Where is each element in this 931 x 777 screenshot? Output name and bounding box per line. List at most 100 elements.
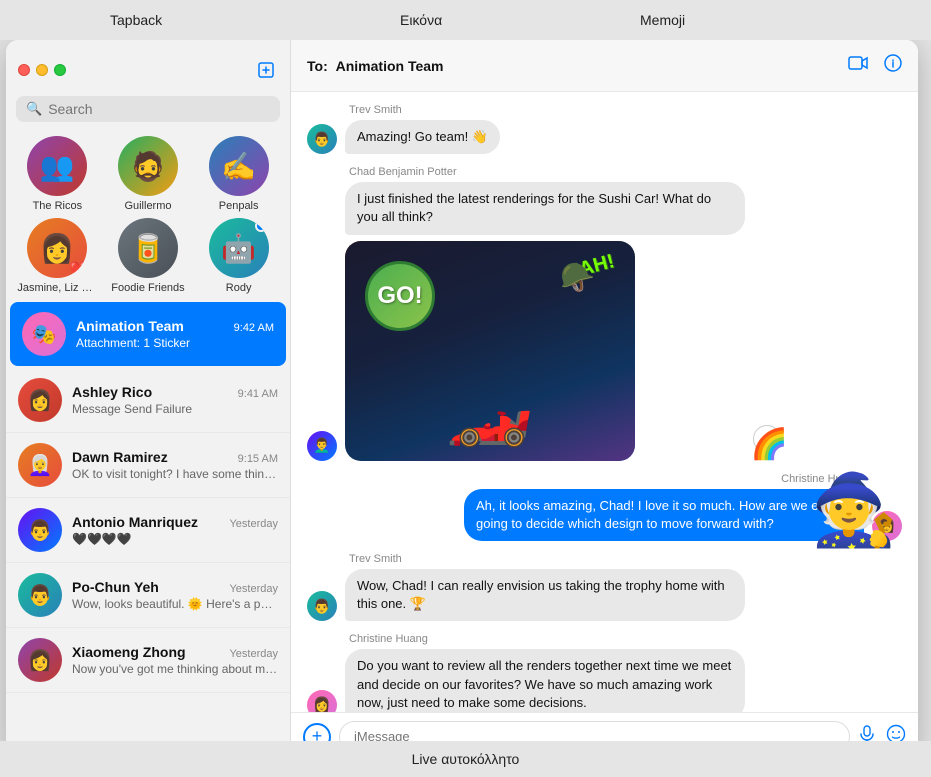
antonio-header: Antonio Manriquez Yesterday <box>72 514 278 530</box>
foodie-avatar: 🥫 <box>118 218 178 278</box>
search-input[interactable] <box>48 101 270 117</box>
to-value: Animation Team <box>336 58 444 74</box>
conv-animation-team[interactable]: 🎭 Animation Team 9:42 AM Attachment: 1 S… <box>10 302 286 366</box>
conversation-list: 🎭 Animation Team 9:42 AM Attachment: 1 S… <box>6 300 290 760</box>
msg-row-chad: 👨‍🦱 I just finished the latest rendering… <box>307 182 902 460</box>
info-icon[interactable] <box>884 54 902 77</box>
msg-sender-christine-1: Christine Huang <box>307 473 860 485</box>
ashley-avatar: 👩 <box>18 378 62 422</box>
chat-area: To: Animation Team <box>291 40 918 760</box>
search-bar[interactable]: 🔍 <box>16 96 280 122</box>
pinned-the-ricos[interactable]: 👥 The Ricos <box>17 136 97 212</box>
conv-dawn-ramirez[interactable]: 👩‍🦳 Dawn Ramirez 9:15 AM OK to visit ton… <box>6 433 290 498</box>
close-button[interactable] <box>18 64 30 76</box>
pochun-time: Yesterday <box>229 583 278 595</box>
memoji-label: Memoji <box>640 12 685 28</box>
antonio-time: Yesterday <box>229 518 278 530</box>
xiaomeng-time: Yesterday <box>229 648 278 660</box>
msg-row-trev-1: 👨 Amazing! Go team! 👋 <box>307 120 902 154</box>
trev-avatar-1: 👨 <box>307 124 337 154</box>
the-ricos-name: The Ricos <box>17 200 97 212</box>
messages-area: Trev Smith 👨 Amazing! Go team! 👋 Chad Be… <box>291 92 918 712</box>
pinned-penpals[interactable]: ✍️ Penpals <box>199 136 279 212</box>
pinned-rody[interactable]: 🤖 Rody <box>199 218 279 294</box>
antonio-content: Antonio Manriquez Yesterday 🖤🖤🖤🖤 <box>72 514 278 546</box>
helmet-emoji: 🪖 <box>560 261 595 294</box>
msg-sender-trev-2: Trev Smith <box>349 553 902 565</box>
video-call-icon[interactable] <box>848 55 868 76</box>
ashley-header: Ashley Rico 9:41 AM <box>72 384 278 400</box>
bottom-annotation-bar: Live αυτοκόλλητο <box>0 741 931 777</box>
jasmine-name: Jasmine, Liz &... <box>17 282 97 294</box>
xiaomeng-preview: Now you've got me thinking about my next… <box>72 662 278 676</box>
msg-group-christine-2: Christine Huang 👩 Do you want to review … <box>307 633 902 712</box>
pinned-jasmine[interactable]: 👩 ❤️ Jasmine, Liz &... <box>17 218 97 294</box>
image-inner: GO! ZAH! 🏎️ 🪖 <box>345 241 635 461</box>
sushi-car-image[interactable]: GO! ZAH! 🏎️ 🪖 <box>345 241 635 461</box>
ashley-name: Ashley Rico <box>72 384 152 400</box>
conv-antonio[interactable]: 👨 Antonio Manriquez Yesterday 🖤🖤🖤🖤 <box>6 498 290 563</box>
ashley-content: Ashley Rico 9:41 AM Message Send Failure <box>72 384 278 416</box>
trev-avatar-2: 👨 <box>307 591 337 621</box>
antonio-name: Antonio Manriquez <box>72 514 198 530</box>
pinned-guillermo[interactable]: 🧔 Guillermo <box>108 136 188 212</box>
msg-bubble-christine-1: Ah, it looks amazing, Chad! I love it so… <box>464 489 864 541</box>
dawn-preview: OK to visit tonight? I have some things … <box>72 467 278 481</box>
pochun-content: Po-Chun Yeh Yesterday Wow, looks beautif… <box>72 579 278 611</box>
msg-group-chad: Chad Benjamin Potter 👨‍🦱 I just finished… <box>307 166 902 460</box>
xiaomeng-name: Xiaomeng Zhong <box>72 644 186 660</box>
animation-team-header: Animation Team 9:42 AM <box>76 318 274 334</box>
foodie-name: Foodie Friends <box>108 282 188 294</box>
tapback-label: Tapback <box>110 12 162 28</box>
rody-name: Rody <box>199 282 279 294</box>
ashley-time: 9:41 AM <box>238 388 278 400</box>
sidebar-header <box>6 40 290 88</box>
to-label: To: <box>307 58 328 74</box>
jasmine-avatar: 👩 ❤️ <box>27 218 87 278</box>
msg-group-trev-1: Trev Smith 👨 Amazing! Go team! 👋 <box>307 104 902 154</box>
xiaomeng-avatar: 👩 <box>18 638 62 682</box>
chat-header: To: Animation Team <box>291 40 918 92</box>
msg-row-christine-2: 👩 Do you want to review all the renders … <box>307 649 902 712</box>
msg-bubble-christine-2: Do you want to review all the renders to… <box>345 649 745 712</box>
conv-xiaomeng[interactable]: 👩 Xiaomeng Zhong Yesterday Now you've go… <box>6 628 290 693</box>
christine-avatar-2: 👩 <box>307 690 337 712</box>
chat-header-title: To: Animation Team <box>307 58 444 74</box>
dawn-header: Dawn Ramirez 9:15 AM <box>72 449 278 465</box>
penpals-name: Penpals <box>199 200 279 212</box>
dawn-name: Dawn Ramirez <box>72 449 168 465</box>
pochun-name: Po-Chun Yeh <box>72 579 159 595</box>
maximize-button[interactable] <box>54 64 66 76</box>
dawn-content: Dawn Ramirez 9:15 AM OK to visit tonight… <box>72 449 278 481</box>
pochun-avatar: 👨 <box>18 573 62 617</box>
msg-bubble-trev-2: Wow, Chad! I can really envision us taki… <box>345 569 745 621</box>
sushi-car-emoji: 🏎️ <box>446 369 533 451</box>
msg-sender-chad: Chad Benjamin Potter <box>349 166 902 178</box>
pinned-foodie[interactable]: 🥫 Foodie Friends <box>108 218 188 294</box>
live-sticker-label: Live αυτοκόλλητο <box>412 751 520 767</box>
chat-header-actions <box>848 54 902 77</box>
conv-ashley-rico[interactable]: 👩 Ashley Rico 9:41 AM Message Send Failu… <box>6 368 290 433</box>
minimize-button[interactable] <box>36 64 48 76</box>
msg-row-trev-2: 👨 Wow, Chad! I can really envision us ta… <box>307 569 902 621</box>
traffic-lights <box>18 64 66 76</box>
rody-avatar: 🤖 <box>209 218 269 278</box>
chad-avatar: 👨‍🦱 <box>307 431 337 461</box>
animation-team-time: 9:42 AM <box>234 322 274 334</box>
animation-team-name: Animation Team <box>76 318 184 334</box>
msg-sender-trev-1: Trev Smith <box>349 104 902 116</box>
conv-pochun[interactable]: 👨 Po-Chun Yeh Yesterday Wow, looks beaut… <box>6 563 290 628</box>
animation-team-preview: Attachment: 1 Sticker <box>76 336 274 350</box>
annotation-bar: Tapback Εικόνα Memoji <box>0 0 931 40</box>
antonio-avatar: 👨 <box>18 508 62 552</box>
msg-bubble-trev-1: Amazing! Go team! 👋 <box>345 120 500 154</box>
messages-window: 🔍 👥 The Ricos 🧔 Guillermo ✍️ Pe <box>6 40 918 760</box>
penpals-avatar: ✍️ <box>209 136 269 196</box>
animation-team-content: Animation Team 9:42 AM Attachment: 1 Sti… <box>76 318 274 350</box>
guillermo-name: Guillermo <box>108 200 188 212</box>
msg-bubble-chad-text: I just finished the latest renderings fo… <box>345 182 745 234</box>
dawn-avatar: 👩‍🦳 <box>18 443 62 487</box>
msg-sender-christine-2: Christine Huang <box>349 633 902 645</box>
compose-button[interactable] <box>254 58 278 82</box>
xiaomeng-content: Xiaomeng Zhong Yesterday Now you've got … <box>72 644 278 676</box>
